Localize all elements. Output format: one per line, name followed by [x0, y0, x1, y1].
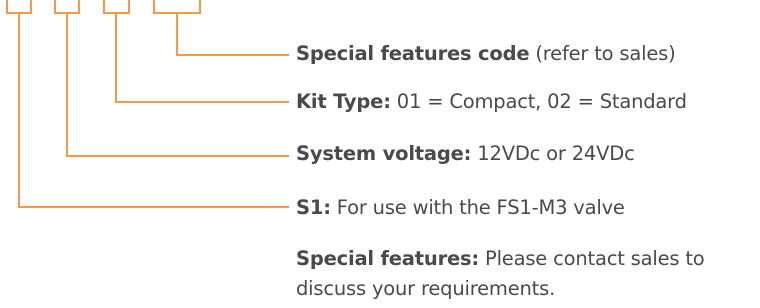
callout-text: For use with the FS1-M3 valve — [330, 196, 625, 219]
bracket-system-voltage — [54, 0, 80, 14]
note-key: Special features: — [296, 247, 480, 270]
special-features-note: Special features: Please contact sales t… — [296, 244, 756, 304]
callout-key: System voltage: — [296, 142, 472, 165]
connector-kit-type — [115, 12, 289, 103]
connector-s1 — [18, 12, 289, 208]
callout-key: S1: — [296, 196, 331, 219]
callout-kit-type: Kit Type: 01 = Compact, 02 = Standard — [296, 90, 687, 114]
bracket-s1 — [6, 0, 32, 14]
callout-system-voltage: System voltage: 12VDc or 24VDc — [296, 142, 635, 166]
callout-text: 12VDc or 24VDc — [471, 142, 635, 165]
callout-s1: S1: For use with the FS1-M3 valve — [296, 196, 625, 220]
callout-text: (refer to sales) — [529, 42, 676, 65]
callout-text: 01 = Compact, 02 = Standard — [390, 90, 687, 113]
callout-key: Kit Type: — [296, 90, 391, 113]
callout-key: Special features code — [296, 42, 530, 65]
bracket-kit-type — [103, 0, 130, 14]
bracket-special-features-code — [153, 0, 201, 14]
callout-special-features-code: Special features code (refer to sales) — [296, 42, 676, 66]
connector-special-features-code — [176, 12, 289, 56]
